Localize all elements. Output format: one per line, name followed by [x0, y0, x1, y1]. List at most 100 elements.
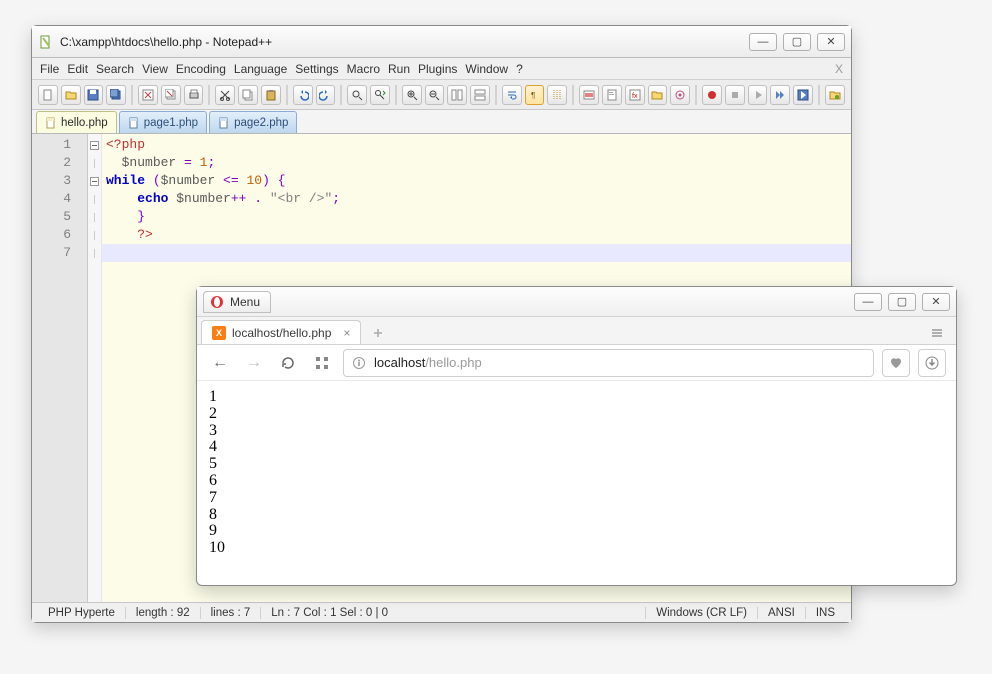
- close-button[interactable]: ✕: [922, 293, 950, 311]
- download-button[interactable]: [918, 349, 946, 377]
- svg-text:¶: ¶: [531, 91, 535, 100]
- browser-tab-strip: X localhost/hello.php ×: [197, 317, 956, 345]
- xampp-icon: X: [212, 326, 226, 340]
- menu-item-settings[interactable]: Settings: [295, 62, 338, 76]
- code-line[interactable]: <?php: [102, 136, 851, 154]
- close-file-button[interactable]: [138, 85, 158, 105]
- replace-button[interactable]: [370, 85, 390, 105]
- new-tab-button[interactable]: [367, 322, 389, 344]
- code-line[interactable]: $number = 1;: [102, 154, 851, 172]
- zoom-out-button[interactable]: [425, 85, 445, 105]
- folder-button[interactable]: [648, 85, 668, 105]
- title-bar[interactable]: C:\xampp\htdocs\hello.php - Notepad++ — …: [32, 26, 851, 58]
- sync-hscroll-button[interactable]: [470, 85, 490, 105]
- status-ins: INS: [806, 607, 845, 619]
- menu-item-help[interactable]: ?: [516, 62, 523, 76]
- func-list-button[interactable]: fx: [625, 85, 645, 105]
- menu-item-search[interactable]: Search: [96, 62, 134, 76]
- menu-item-file[interactable]: File: [40, 62, 59, 76]
- sync-vscroll-button[interactable]: [447, 85, 467, 105]
- cut-button[interactable]: [215, 85, 235, 105]
- code-line[interactable]: echo $number++ . "<br />";: [102, 190, 851, 208]
- bookmark-heart-button[interactable]: [882, 349, 910, 377]
- play-macro-button[interactable]: [748, 85, 768, 105]
- menu-item-plugins[interactable]: Plugins: [418, 62, 457, 76]
- output-line: 2: [209, 406, 944, 423]
- output-line: 8: [209, 507, 944, 524]
- output-line: 9: [209, 523, 944, 540]
- menu-item-macro[interactable]: Macro: [347, 62, 380, 76]
- opera-menu-button[interactable]: Menu: [203, 291, 271, 313]
- code-line[interactable]: ?>: [102, 226, 851, 244]
- menu-item-encoding[interactable]: Encoding: [176, 62, 226, 76]
- menu-item-window[interactable]: Window: [465, 62, 508, 76]
- indent-guide-button[interactable]: [547, 85, 567, 105]
- status-lines: lines : 7: [201, 607, 262, 619]
- browser-tab[interactable]: X localhost/hello.php ×: [201, 320, 361, 344]
- undo-button[interactable]: [293, 85, 313, 105]
- toolbar-sep: [131, 85, 133, 105]
- find-button[interactable]: [347, 85, 367, 105]
- reload-button[interactable]: [275, 350, 301, 376]
- title-bar[interactable]: Menu — ▢ ✕: [197, 287, 956, 317]
- output-line: 3: [209, 423, 944, 440]
- editor-tab[interactable]: page1.php: [119, 111, 207, 133]
- close-button[interactable]: ✕: [817, 33, 845, 51]
- open-file-button[interactable]: [61, 85, 81, 105]
- save-macro-button[interactable]: [793, 85, 813, 105]
- editor-tab[interactable]: page2.php: [209, 111, 297, 133]
- toolbar-sep: [395, 85, 397, 105]
- fold-column[interactable]: [88, 134, 102, 602]
- new-file-button[interactable]: [38, 85, 58, 105]
- opera-window: Menu — ▢ ✕ X localhost/hello.php × ← →: [196, 286, 957, 586]
- redo-button[interactable]: [316, 85, 336, 105]
- tab-menu-icon[interactable]: [926, 322, 948, 344]
- forward-button[interactable]: →: [241, 350, 267, 376]
- doc-map-button[interactable]: [602, 85, 622, 105]
- menu-item-language[interactable]: Language: [234, 62, 287, 76]
- copy-button[interactable]: [238, 85, 258, 105]
- paste-button[interactable]: [261, 85, 281, 105]
- close-all-button[interactable]: [161, 85, 181, 105]
- url-bar[interactable]: localhost/hello.php: [343, 349, 874, 377]
- toolbar-sep: [818, 85, 820, 105]
- info-icon: [352, 356, 366, 370]
- status-pos: Ln : 7 Col : 1 Sel : 0 | 0: [261, 607, 646, 619]
- menu-item-edit[interactable]: Edit: [67, 62, 88, 76]
- record-macro-button[interactable]: [702, 85, 722, 105]
- minimize-button[interactable]: —: [854, 293, 882, 311]
- back-button[interactable]: ←: [207, 350, 233, 376]
- status-length: length : 92: [126, 607, 201, 619]
- speed-dial-button[interactable]: [309, 350, 335, 376]
- save-all-button[interactable]: [106, 85, 126, 105]
- show-all-chars-button[interactable]: ¶: [525, 85, 545, 105]
- open-plugin-button[interactable]: [825, 85, 845, 105]
- menubar-close-icon[interactable]: X: [835, 62, 843, 76]
- code-line[interactable]: while ($number <= 10) {: [102, 172, 851, 190]
- code-line[interactable]: [102, 244, 851, 262]
- output-line: 10: [209, 540, 944, 557]
- code-line[interactable]: }: [102, 208, 851, 226]
- menu-bar: File Edit Search View Encoding Language Settin…: [32, 58, 851, 80]
- maximize-button[interactable]: ▢: [783, 33, 811, 51]
- file-icon: [45, 117, 57, 129]
- opera-menu-label: Menu: [230, 295, 260, 309]
- play-multi-button[interactable]: [770, 85, 790, 105]
- editor-tab[interactable]: hello.php: [36, 111, 117, 133]
- output-line: 4: [209, 439, 944, 456]
- maximize-button[interactable]: ▢: [888, 293, 916, 311]
- line-number-gutter: 1234567: [32, 134, 88, 602]
- udl-button[interactable]: [579, 85, 599, 105]
- menu-item-view[interactable]: View: [142, 62, 168, 76]
- minimize-button[interactable]: —: [749, 33, 777, 51]
- tab-close-icon[interactable]: ×: [343, 326, 350, 340]
- url-path: /hello.php: [425, 355, 481, 370]
- menu-item-run[interactable]: Run: [388, 62, 410, 76]
- wordwrap-button[interactable]: [502, 85, 522, 105]
- zoom-in-button[interactable]: [402, 85, 422, 105]
- print-button[interactable]: [184, 85, 204, 105]
- save-button[interactable]: [84, 85, 104, 105]
- monitoring-button[interactable]: [670, 85, 690, 105]
- stop-macro-button[interactable]: [725, 85, 745, 105]
- output-line: 6: [209, 473, 944, 490]
